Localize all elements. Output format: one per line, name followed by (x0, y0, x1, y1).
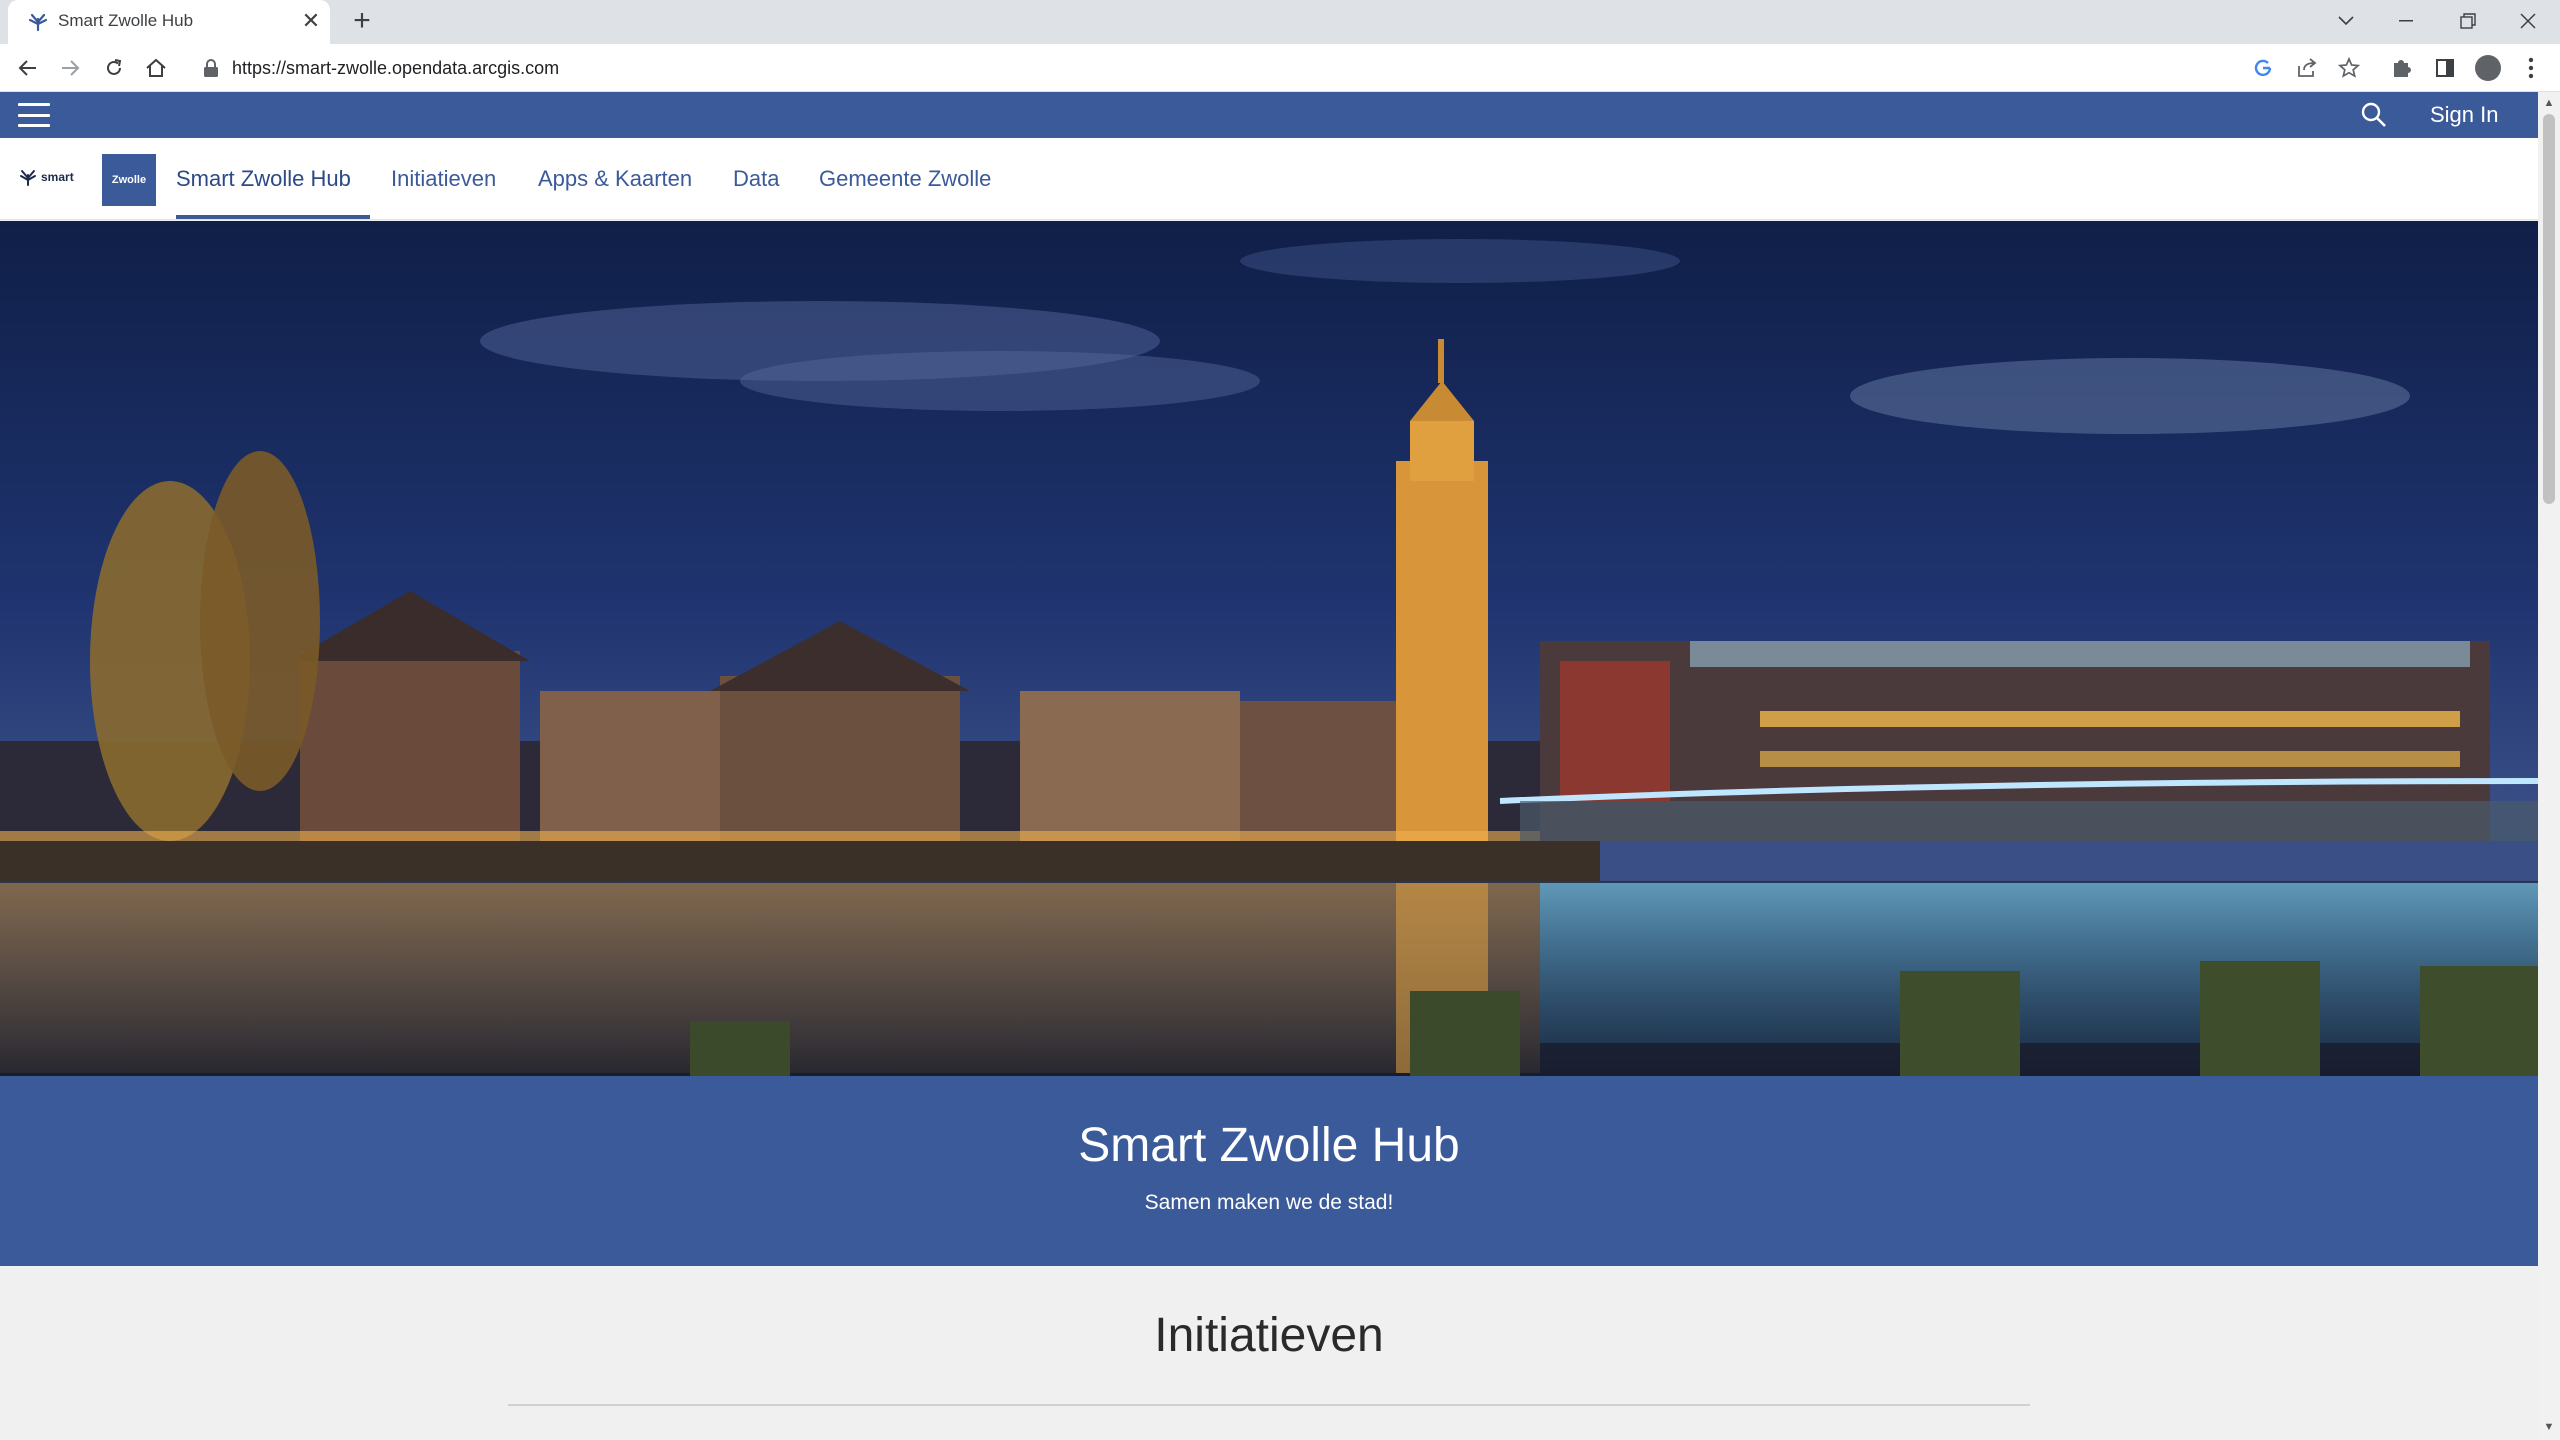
tab-search-chevron-icon[interactable] (2326, 4, 2366, 38)
tab-title: Smart Zwolle Hub (58, 11, 194, 30)
smart-logo-icon (20, 170, 36, 186)
side-panel-icon[interactable] (2430, 53, 2460, 83)
reload-icon[interactable] (96, 50, 132, 86)
address-bar[interactable]: https://smart-zwolle.opendata.arcgis.com (186, 49, 2264, 87)
close-window-icon[interactable] (2508, 4, 2548, 38)
smart-logo[interactable]: smart (18, 164, 78, 190)
hero-banner: Smart Zwolle Hub Samen maken we de stad! (0, 1076, 2538, 1266)
banner-subtitle: Samen maken we de stad! (1144, 1191, 1394, 1214)
tab-close-icon[interactable]: ✕ (298, 8, 324, 34)
browser-toolbar: https://smart-zwolle.opendata.arcgis.com (0, 44, 2560, 92)
nav-initiatieven[interactable]: Initiatieven (391, 138, 496, 220)
profile-avatar-icon[interactable] (2473, 53, 2503, 83)
forward-arrow-icon[interactable] (52, 50, 88, 86)
restore-icon[interactable] (2448, 4, 2488, 38)
scroll-up-arrow-icon[interactable]: ▲ (2542, 96, 2556, 110)
bookmark-star-icon[interactable] (2334, 53, 2364, 83)
smart-zwolle-favicon-icon (28, 13, 48, 32)
browser-tabstrip: Smart Zwolle Hub ✕ + (0, 0, 2560, 44)
share-icon[interactable] (2292, 53, 2322, 83)
new-tab-button[interactable]: + (346, 6, 378, 38)
lock-icon (204, 59, 218, 77)
sign-in-link[interactable]: Sign In (2430, 102, 2499, 128)
page-scrollbar[interactable]: ▲ ▼ (2538, 92, 2560, 1440)
google-icon[interactable] (2248, 53, 2278, 83)
banner-title: Smart Zwolle Hub (1078, 1119, 1460, 1172)
search-icon[interactable] (2360, 101, 2388, 129)
nav-gemeente-zwolle[interactable]: Gemeente Zwolle (819, 138, 991, 220)
browser-menu-icon[interactable] (2516, 53, 2546, 83)
site-header: smart Zwolle Smart Zwolle Hub Initiatiev… (0, 138, 2538, 220)
section-divider (508, 1404, 2030, 1406)
smart-logo-text: smart (41, 170, 74, 184)
url-text: https://smart-zwolle.opendata.arcgis.com (232, 58, 560, 78)
zwolle-logo[interactable]: Zwolle (102, 154, 156, 206)
scrollbar-thumb[interactable] (2543, 114, 2555, 504)
home-icon[interactable] (138, 50, 174, 86)
page-content: Sign In smart Zwolle Smart Zwolle Hub In… (0, 92, 2538, 1440)
nav-apps-kaarten[interactable]: Apps & Kaarten (538, 138, 692, 220)
extensions-puzzle-icon[interactable] (2386, 53, 2416, 83)
back-arrow-icon[interactable] (10, 50, 46, 86)
scroll-down-arrow-icon[interactable]: ▼ (2542, 1420, 2556, 1434)
active-nav-indicator (176, 215, 370, 219)
initiatieven-section: Initiatieven (0, 1266, 2538, 1440)
hero-image (0, 221, 2538, 1076)
section-title: Initiatieven (1154, 1309, 1384, 1362)
hamburger-menu-icon[interactable] (18, 100, 50, 130)
browser-tab[interactable]: Smart Zwolle Hub ✕ (8, 0, 330, 44)
nav-data[interactable]: Data (733, 138, 779, 220)
site-topbar: Sign In (0, 92, 2538, 138)
nav-smart-zwolle-hub[interactable]: Smart Zwolle Hub (176, 138, 351, 220)
minimize-icon[interactable] (2386, 4, 2426, 38)
